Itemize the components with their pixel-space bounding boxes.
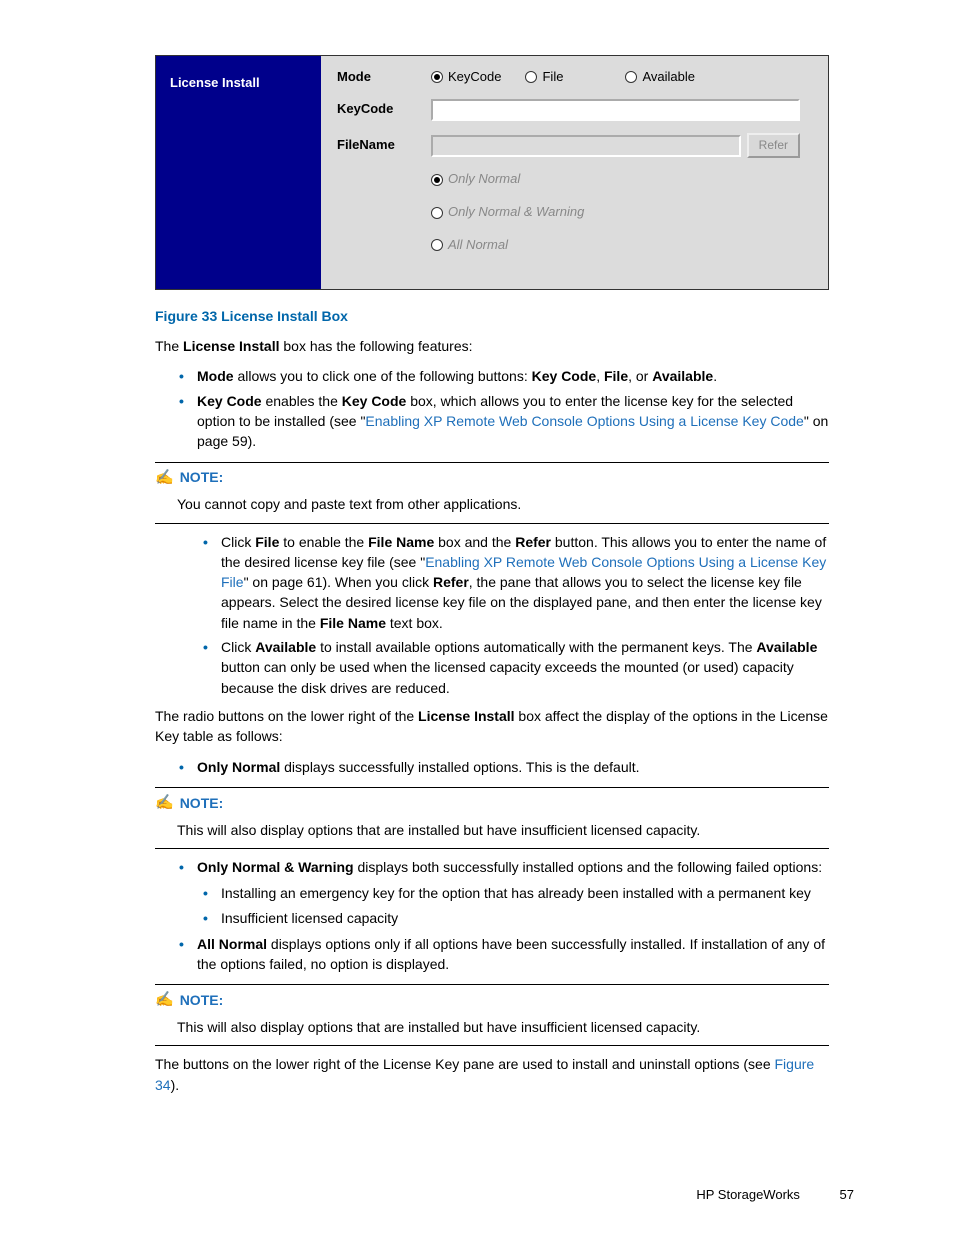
radio-file[interactable]: File: [525, 68, 563, 87]
note-block-2: ✍ NOTE: This will also display options th…: [155, 787, 829, 849]
radio-label: Only Normal: [448, 170, 520, 189]
intro-text: The License Install box has the followin…: [155, 336, 829, 356]
filter-radio-group: Only Normal Only Normal & Warning All No…: [337, 170, 800, 255]
list-item: All Normal displays options only if all …: [179, 934, 829, 975]
label-keycode: KeyCode: [337, 100, 431, 119]
note-icon: ✍: [155, 792, 174, 814]
radio-available[interactable]: Available: [625, 68, 695, 87]
list-item: Only Normal displays successfully instal…: [179, 757, 829, 777]
list-item: Mode allows you to click one of the foll…: [179, 366, 829, 386]
note-body: This will also display options that are …: [177, 1017, 829, 1037]
license-install-screenshot: License Install Mode KeyCode File Availa…: [155, 55, 829, 290]
note-icon: ✍: [155, 467, 174, 489]
list-item: Insufficient licensed capacity: [203, 908, 829, 928]
label-filename: FileName: [337, 136, 431, 155]
note-block-1: ✍ NOTE: You cannot copy and paste text fr…: [155, 462, 829, 524]
sub-feature-list: Click File to enable the File Name box a…: [203, 532, 829, 698]
list-item: Only Normal & Warning displays both succ…: [179, 857, 829, 928]
refer-button[interactable]: Refer: [747, 133, 800, 158]
footer-label: HP StorageWorks: [696, 1187, 800, 1202]
list-item: Key Code enables the Key Code box, which…: [179, 391, 829, 452]
radio-label: File: [542, 68, 563, 87]
radio-all-normal[interactable]: All Normal: [431, 236, 786, 255]
display-options-list-2: Only Normal & Warning displays both succ…: [179, 857, 829, 974]
list-item: Click Available to install available opt…: [203, 637, 829, 698]
link-keycode[interactable]: Enabling XP Remote Web Console Options U…: [365, 413, 803, 429]
feature-list: Mode allows you to click one of the foll…: [179, 366, 829, 451]
keycode-input[interactable]: [431, 99, 800, 121]
nested-list: Installing an emergency key for the opti…: [203, 883, 829, 928]
closing-text: The buttons on the lower right of the Li…: [155, 1054, 829, 1095]
note-body: You cannot copy and paste text from othe…: [177, 494, 829, 514]
radio-label: Available: [642, 68, 695, 87]
filename-input[interactable]: [431, 135, 741, 157]
radio-only-normal[interactable]: Only Normal: [431, 170, 786, 189]
radio-label: KeyCode: [448, 68, 501, 87]
mode-radio-group: KeyCode File Available: [431, 68, 800, 87]
panel-title: License Install: [156, 56, 321, 289]
radio-label: Only Normal & Warning: [448, 203, 584, 222]
radio-only-normal-warning[interactable]: Only Normal & Warning: [431, 203, 786, 222]
display-options-list: Only Normal displays successfully instal…: [179, 757, 829, 777]
page-number: 57: [840, 1187, 854, 1202]
panel-body: Mode KeyCode File Available KeyCode File…: [321, 56, 828, 289]
list-item: Installing an emergency key for the opti…: [203, 883, 829, 903]
radio-label: All Normal: [448, 236, 508, 255]
note-label: NOTE:: [180, 467, 224, 487]
radio-intro: The radio buttons on the lower right of …: [155, 706, 829, 747]
note-icon: ✍: [155, 989, 174, 1011]
note-label: NOTE:: [180, 793, 224, 813]
radio-keycode[interactable]: KeyCode: [431, 68, 501, 87]
note-body: This will also display options that are …: [177, 820, 829, 840]
figure-caption: Figure 33 License Install Box: [155, 306, 829, 326]
page-footer: HP StorageWorks 57: [696, 1186, 854, 1205]
label-mode: Mode: [337, 68, 431, 87]
note-label: NOTE:: [180, 990, 224, 1010]
list-item: Click File to enable the File Name box a…: [203, 532, 829, 633]
note-block-3: ✍ NOTE: This will also display options th…: [155, 984, 829, 1046]
